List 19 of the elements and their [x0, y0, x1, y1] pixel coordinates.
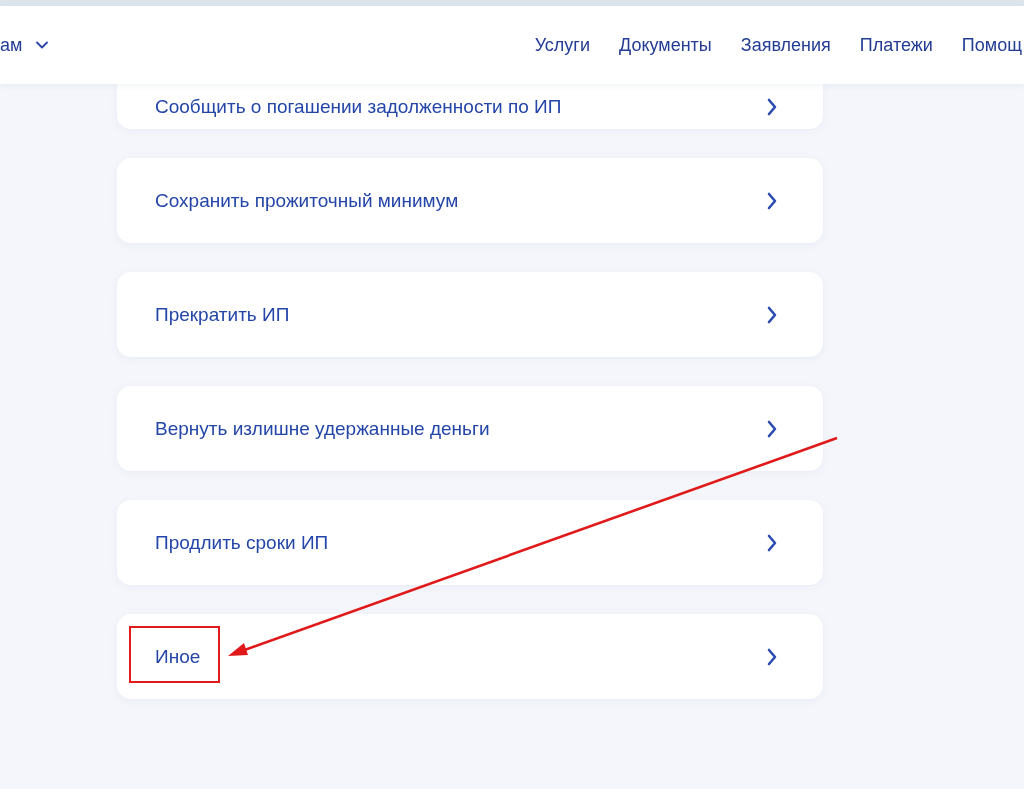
chevron-right-icon	[767, 305, 777, 324]
nav-link[interactable]: Платежи	[859, 34, 933, 56]
chevron-right-icon	[767, 97, 777, 116]
nav-link[interactable]: Документы	[619, 34, 712, 56]
nav-link[interactable]: Заявления	[740, 34, 831, 56]
service-card[interactable]: Сохранить прожиточный минимум	[117, 158, 823, 243]
service-card[interactable]: Продлить сроки ИП	[117, 500, 823, 585]
nav-link[interactable]: Услуги	[534, 34, 590, 56]
service-card[interactable]: Иное	[117, 614, 823, 699]
category-menu[interactable]: ам	[0, 34, 49, 56]
caret-icon	[36, 41, 49, 49]
service-card[interactable]: Вернуть излишне удержанные деньги	[117, 386, 823, 471]
chevron-right-icon	[767, 191, 777, 210]
chevron-right-icon	[767, 533, 777, 552]
chevron-right-icon	[767, 647, 777, 666]
chevron-right-icon	[767, 419, 777, 438]
service-card[interactable]: Сообщить о погашении задолженности по ИП	[117, 84, 823, 129]
nav-link[interactable]: Помощ	[961, 34, 1022, 56]
service-card[interactable]: Прекратить ИП	[117, 272, 823, 357]
